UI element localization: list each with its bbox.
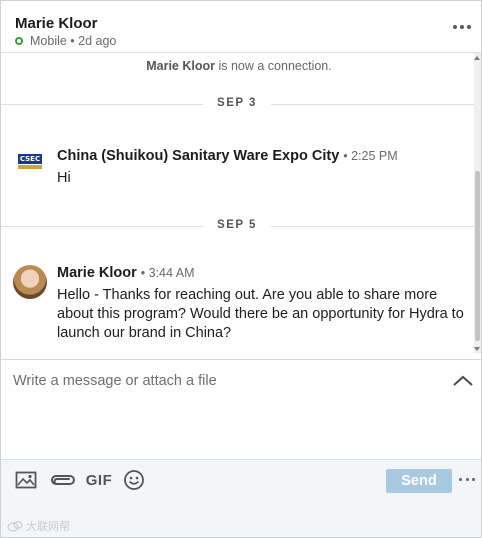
message-time: • 3:44 AM — [140, 266, 195, 280]
chevron-up-icon[interactable] — [451, 373, 475, 389]
avatar[interactable] — [13, 265, 47, 299]
scroll-down-icon[interactable] — [474, 347, 480, 351]
date-divider: SEP 5 — [1, 218, 477, 234]
emoji-icon[interactable] — [122, 469, 146, 491]
contact-name[interactable]: Marie Kloor — [15, 15, 98, 32]
conversation-header: Marie Kloor Mobile • 2d ago — [1, 1, 481, 53]
status-text: Mobile • 2d ago — [30, 34, 117, 48]
watermark-icon — [7, 521, 23, 532]
gif-button[interactable]: GIF — [86, 469, 112, 491]
compose-area — [1, 359, 481, 459]
more-options-icon[interactable] — [459, 474, 475, 484]
date-label: SEP 5 — [217, 219, 257, 231]
footer: 大联网帮 — [1, 501, 481, 537]
gif-label: GIF — [85, 471, 113, 489]
date-divider: SEP 3 — [1, 96, 477, 112]
sender-name[interactable]: Marie Kloor — [57, 265, 137, 281]
logo-text: CSEC — [18, 153, 42, 164]
thread-scrollbar[interactable] — [474, 53, 481, 353]
attachment-icon[interactable] — [50, 469, 76, 491]
sender-name[interactable]: China (Shuikou) Sanitary Ware Expo City — [57, 148, 339, 164]
message-input[interactable] — [13, 370, 443, 392]
message-body: Hi — [57, 170, 71, 186]
contact-status: Mobile • 2d ago — [15, 34, 116, 48]
date-label: SEP 3 — [217, 97, 257, 109]
presence-icon — [15, 37, 23, 45]
message-sender: Marie Kloor • 3:44 AM — [57, 265, 194, 281]
watermark-text: 大联网帮 — [26, 520, 70, 533]
connection-note: Marie Kloor is now a connection. — [1, 59, 477, 73]
messaging-window: Marie Kloor Mobile • 2d ago Marie Kloor … — [0, 0, 482, 538]
message-sender: China (Shuikou) Sanitary Ware Expo City •… — [57, 148, 398, 164]
scroll-up-icon[interactable] — [474, 56, 480, 60]
connection-text: is now a connection. — [215, 59, 332, 73]
message-time: • 2:25 PM — [343, 149, 398, 163]
message-thread: Marie Kloor is now a connection. SEP 3 C… — [1, 53, 481, 359]
watermark: 大联网帮 — [7, 518, 70, 534]
more-options-icon[interactable] — [449, 17, 475, 37]
image-icon[interactable] — [14, 469, 38, 491]
scrollbar-thumb[interactable] — [475, 171, 480, 341]
message-body: Hello - Thanks for reaching out. Are you… — [57, 287, 464, 341]
send-button[interactable]: Send — [386, 469, 452, 493]
compose-toolbar: GIF Send — [1, 459, 481, 501]
company-logo[interactable]: CSEC — [17, 152, 43, 170]
connection-name[interactable]: Marie Kloor — [146, 59, 215, 73]
